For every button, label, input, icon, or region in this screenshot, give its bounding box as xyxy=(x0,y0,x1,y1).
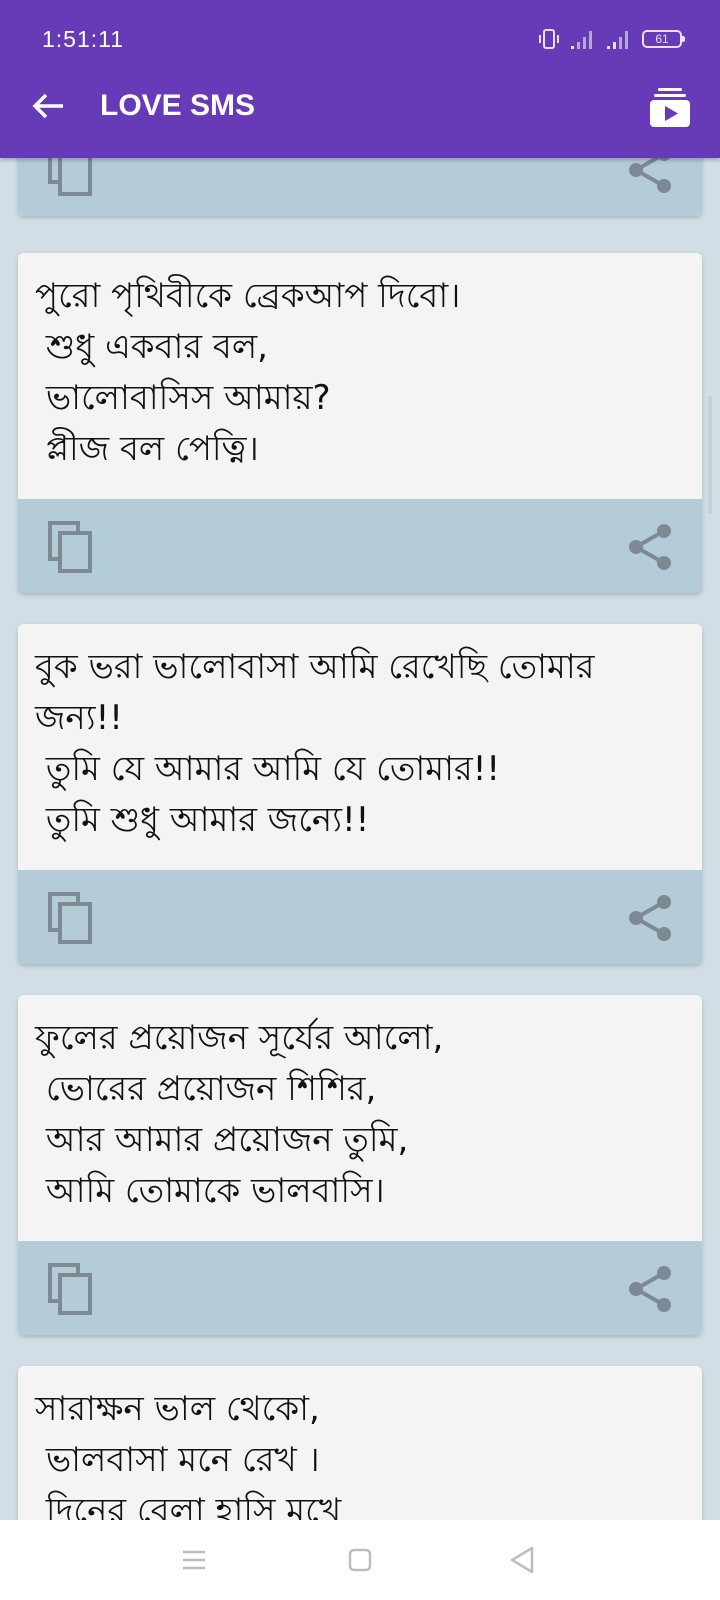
message-feed[interactable]: পুরো পৃথিবীকে ব্রেকআপ দিবো। শুধু একবার ব… xyxy=(0,0,720,1520)
status-time: 1:51:11 xyxy=(42,26,125,52)
page-title: LOVE SMS xyxy=(100,89,256,122)
recent-apps-button[interactable] xyxy=(174,1540,214,1580)
share-icon[interactable] xyxy=(626,892,674,944)
share-icon[interactable] xyxy=(626,1263,674,1315)
share-icon[interactable] xyxy=(626,521,674,573)
message-card: বুক ভরা ভালোবাসা আমি রেখেছি তোমার জন্য!!… xyxy=(18,624,702,964)
copy-icon[interactable] xyxy=(46,1263,96,1315)
recent-apps-icon xyxy=(183,1550,205,1570)
nav-back-button[interactable] xyxy=(502,1540,542,1580)
message-card: সারাক্ষন ভাল থেকো, ভালবাসা মনে রেখ । দিন… xyxy=(18,1366,702,1520)
message-text: সারাক্ষন ভাল থেকো, ভালবাসা মনে রেখ । দিন… xyxy=(18,1366,702,1520)
app-toolbar: 1:51:11 61 LOVE SMS xyxy=(0,0,720,158)
card-action-bar xyxy=(18,499,702,593)
message-text: ফুলের প্রয়োজন সূর্যের আলো, ভোরের প্রয়ো… xyxy=(18,995,702,1241)
system-nav-bar xyxy=(0,1520,720,1600)
message-card: ফুলের প্রয়োজন সূর্যের আলো, ভোরের প্রয়ো… xyxy=(18,995,702,1335)
home-button[interactable] xyxy=(340,1540,380,1580)
scrollbar-thumb[interactable] xyxy=(708,396,712,514)
video-playlist-icon[interactable] xyxy=(650,86,690,128)
copy-icon[interactable] xyxy=(46,892,96,944)
status-icons: 61 xyxy=(538,26,685,52)
home-icon xyxy=(348,1548,372,1572)
message-card: পুরো পৃথিবীকে ব্রেকআপ দিবো। শুধু একবার ব… xyxy=(18,253,702,593)
app-screen: পুরো পৃথিবীকে ব্রেকআপ দিবো। শুধু একবার ব… xyxy=(0,0,720,1600)
message-text: বুক ভরা ভালোবাসা আমি রেখেছি তোমার জন্য!!… xyxy=(18,624,702,870)
back-triangle-icon xyxy=(510,1546,534,1574)
battery-indicator: 61 xyxy=(642,30,685,48)
card-action-bar xyxy=(18,870,702,964)
back-button[interactable] xyxy=(28,86,68,126)
vibrate-icon xyxy=(539,29,559,49)
signal-icon xyxy=(607,31,628,49)
arrow-left-icon xyxy=(32,93,63,119)
signal-icon xyxy=(571,31,592,49)
card-action-bar xyxy=(18,1241,702,1335)
copy-icon[interactable] xyxy=(46,521,96,573)
message-text: পুরো পৃথিবীকে ব্রেকআপ দিবো। শুধু একবার ব… xyxy=(18,253,702,499)
